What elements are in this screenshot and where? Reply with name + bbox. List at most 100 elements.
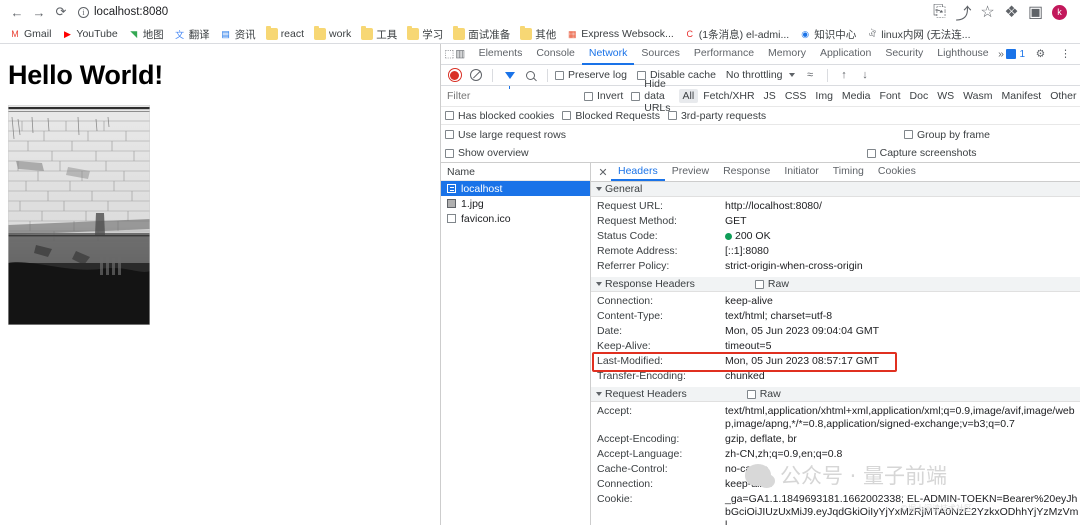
bookmark-star-icon[interactable]: ☆ [980,4,995,21]
resource-filter-font[interactable]: Font [876,89,905,103]
tab-network[interactable]: Network [581,44,635,65]
detail-tab-cookies[interactable]: Cookies [871,163,923,181]
bookmark-item[interactable]: 面试准备 [449,26,514,43]
address-bar[interactable]: i localhost:8080 [78,3,168,22]
tab-performance[interactable]: Performance [687,44,761,65]
request-raw-toggle[interactable]: Raw [746,388,781,400]
forward-button[interactable]: → [28,1,50,23]
header-value: no-cache [725,463,769,475]
resource-filter-manifest[interactable]: Manifest [998,89,1046,103]
issues-badge[interactable]: 1 [1006,49,1025,60]
import-har-icon[interactable]: ↑ [835,66,854,85]
detail-tab-response[interactable]: Response [716,163,777,181]
has-blocked-cookies-checkbox[interactable]: Has blocked cookies [445,110,554,122]
bookmark-item[interactable]: ঐ linux内网 (无法连... [862,26,974,43]
resource-filter-other[interactable]: Other [1046,89,1080,103]
resource-filter-js[interactable]: JS [760,89,780,103]
resource-filter-doc[interactable]: Doc [906,89,933,103]
group-by-frame-checkbox[interactable]: Group by frame [903,128,990,141]
search-button[interactable] [521,66,540,85]
bookmark-item[interactable]: 文翻译 [170,26,214,43]
use-large-rows-checkbox[interactable]: Use large request rows [445,129,566,141]
bookmark-item[interactable]: ◥ 地图 [124,26,168,43]
resource-filter-media[interactable]: Media [838,89,875,103]
more-tabs-icon[interactable]: » [996,45,1007,64]
side-panel-icon[interactable]: ▣ [1028,4,1043,21]
tab-lighthouse[interactable]: Lighthouse [930,44,995,65]
filter-toggle-button[interactable] [500,66,519,89]
bookmark-item[interactable]: ▤ 资讯 [216,26,260,43]
bookmark-item[interactable]: ▶ YouTube [57,27,121,41]
response-raw-toggle[interactable]: Raw [754,278,789,290]
show-overview-checkbox[interactable]: Show overview [445,147,529,159]
header-key: Referrer Policy: [597,260,670,272]
clear-button[interactable] [466,66,485,85]
device-toolbar-icon[interactable]: ▥ [455,45,466,64]
bookmark-item[interactable]: C (1条消息) el-admi... [680,26,793,43]
share-icon[interactable]: ⤴ [956,5,972,23]
resource-filter-wasm[interactable]: Wasm [959,89,996,103]
capture-screenshots-checkbox[interactable]: Capture screenshots [866,147,977,159]
resource-filter-css[interactable]: CSS [781,89,811,103]
bookmark-item[interactable]: M Gmail [5,27,55,41]
header-key: Date: [597,325,623,337]
chrome-toolbar-actions: ⎘ ⤴ ☆ ❖ ▣ k [932,3,1074,23]
group-by-frame-label: Group by frame [916,128,990,141]
folder-icon [407,26,420,40]
bookmark-item[interactable]: ▦ Express Websock... [562,27,678,41]
request-row[interactable]: favicon.ico [441,211,590,226]
bookmark-item[interactable]: work [310,26,355,41]
invert-checkbox[interactable]: Invert [584,90,623,102]
header-value: GET [725,215,747,227]
tab-security[interactable]: Security [878,44,930,65]
detail-tab-timing[interactable]: Timing [826,163,871,181]
devtools-panel: ⬚ ▥ Elements Console Network Sources Perform… [440,44,1080,525]
avatar[interactable]: k [1052,4,1067,20]
bookmark-item[interactable]: react [262,26,308,41]
resource-filter-img[interactable]: Img [811,89,837,103]
header-key: Accept: [597,405,633,417]
detail-tab-preview[interactable]: Preview [665,163,716,181]
back-button[interactable]: ← [6,1,28,23]
resource-filter-all[interactable]: All [678,89,699,103]
extensions-puzzle-icon[interactable]: ❖ [1004,4,1019,21]
section-request-headers-header[interactable]: Request Headers Raw [591,387,1080,402]
bookmark-item[interactable]: 工具 [357,26,401,43]
section-response-headers-header[interactable]: Response Headers Raw [591,277,1080,292]
request-list-header: Name [441,163,590,181]
network-conditions-icon[interactable]: ≈ [801,66,820,85]
request-row[interactable]: localhost [441,181,590,196]
export-har-icon[interactable]: ↓ [856,66,875,85]
kebab-menu-icon[interactable]: ⋮ [1056,45,1075,64]
request-items: localhost 1.jpg favicon.ico [441,181,590,226]
tab-sources[interactable]: Sources [634,44,687,65]
bookmark-item[interactable]: 学习 [403,26,447,43]
tab-elements[interactable]: Elements [472,44,530,65]
bookmark-item[interactable]: 其他 [516,26,560,43]
close-icon[interactable]: ✕ [595,163,611,181]
site-info-icon[interactable]: i [78,6,89,18]
detail-tab-headers[interactable]: Headers [611,163,665,181]
tab-console[interactable]: Console [529,44,582,65]
gear-icon[interactable]: ⚙ [1031,45,1050,64]
preserve-log-checkbox[interactable]: Preserve log [555,69,627,81]
request-row[interactable]: 1.jpg [441,196,590,211]
resource-filter-fetch-xhr[interactable]: Fetch/XHR [699,89,758,103]
tab-application[interactable]: Application [813,44,878,65]
tab-memory[interactable]: Memory [761,44,813,65]
record-button[interactable] [445,66,464,85]
reload-button[interactable]: ⟳ [50,1,72,23]
detail-tab-initiator[interactable]: Initiator [777,163,825,181]
header-value: timeout=5 [725,340,772,352]
throttling-dropdown[interactable]: No throttling [726,69,795,81]
bookmark-item[interactable]: ◉ 知识中心 [795,26,860,43]
header-key: Cookie: [597,493,633,505]
translate-icon[interactable]: ⎘ [932,3,947,20]
inspect-element-icon[interactable]: ⬚ [444,45,455,64]
blocked-requests-checkbox[interactable]: Blocked Requests [562,110,660,122]
filter-input[interactable] [445,88,584,104]
request-detail: ✕ Headers Preview Response Initiator Timing C… [591,163,1080,525]
third-party-requests-checkbox[interactable]: 3rd-party requests [667,110,766,122]
resource-filter-ws[interactable]: WS [933,89,958,103]
section-general-header[interactable]: General [591,182,1080,197]
